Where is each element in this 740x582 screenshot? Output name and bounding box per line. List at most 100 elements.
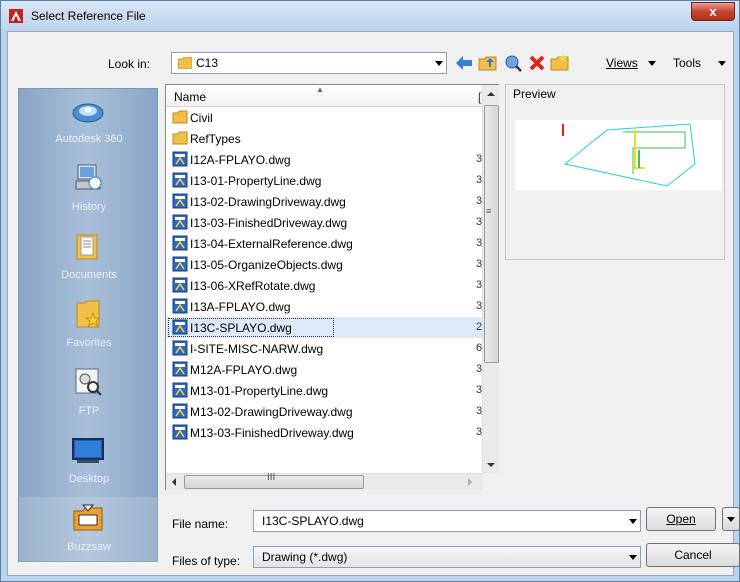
folder-icon — [172, 110, 188, 124]
scroll-thumb[interactable] — [484, 105, 499, 363]
folder-icon — [178, 57, 192, 69]
file-name: I13-01-PropertyLine.dwg — [190, 174, 322, 188]
file-name: I13A-FPLAYO.dwg — [190, 300, 291, 314]
file-name: M13-03-FinishedDriveway.dwg — [190, 426, 354, 440]
scroll-grip-icon: ≡ — [486, 206, 492, 216]
file-row[interactable]: I12A-FPLAYO.dwg 3 — [166, 149, 482, 170]
autocad-logo-icon — [9, 9, 23, 23]
place-buzzsaw[interactable]: Buzzsaw — [19, 497, 159, 565]
open-button[interactable]: Open — [646, 507, 716, 531]
file-name: I-SITE-MISC-NARW.dwg — [190, 342, 324, 356]
column-header-name[interactable]: Name — [174, 90, 206, 104]
look-in-dropdown[interactable]: C13 — [171, 52, 447, 74]
up-folder-icon[interactable] — [478, 53, 498, 73]
documents-icon — [76, 234, 98, 260]
title-bar[interactable]: Select Reference File x — [1, 1, 739, 31]
preview-label: Preview — [513, 87, 556, 101]
file-name-label: File name: — [172, 517, 229, 531]
file-name-input[interactable]: I13C-SPLAYO.dwg — [253, 510, 641, 532]
cancel-button[interactable]: Cancel — [646, 543, 740, 567]
file-name: I13-03-FinishedDriveway.dwg — [190, 216, 348, 230]
file-row[interactable]: I13-01-PropertyLine.dwg 3 — [166, 170, 482, 191]
file-list[interactable]: Name ▲ [ Civil RefTypes I12A-FPLAYO.dwg 3 I1… — [165, 84, 499, 490]
scroll-down-icon[interactable] — [487, 463, 495, 467]
folder-icon — [172, 131, 188, 145]
vertical-scrollbar[interactable]: ≡ — [482, 85, 499, 473]
file-row[interactable]: I13-04-ExternalReference.dwg 3 — [166, 233, 482, 254]
scroll-corner — [482, 473, 499, 490]
place-history[interactable]: History — [19, 157, 159, 225]
file-row[interactable]: M13-02-DrawingDriveway.dwg 3 — [166, 401, 482, 422]
file-row[interactable]: I13-02-DrawingDriveway.dwg 3 — [166, 191, 482, 212]
chevron-down-icon[interactable] — [629, 519, 637, 524]
column-header-next[interactable]: [ — [478, 90, 481, 104]
file-row[interactable]: M13-01-PropertyLine.dwg 3 — [166, 380, 482, 401]
views-chevron-down-icon[interactable] — [648, 61, 656, 66]
sort-ascending-icon: ▲ — [316, 85, 324, 94]
file-row[interactable]: I13-06-XRefRotate.dwg 3 — [166, 275, 482, 296]
views-menu[interactable]: Views — [606, 56, 638, 70]
new-folder-icon[interactable] — [550, 53, 570, 73]
drawing-thumbnail — [562, 123, 696, 187]
place-label: Buzzsaw — [66, 541, 112, 553]
search-web-icon[interactable] — [503, 53, 523, 73]
file-type-select[interactable]: Drawing (*.dwg) — [253, 546, 641, 568]
place-label: Documents — [61, 269, 117, 281]
dialog-body: Look in: C13 Views Tools Autodesk 360 Hi… — [7, 31, 740, 576]
desktop-icon — [72, 438, 104, 463]
buzzsaw-icon — [73, 504, 103, 531]
dialog-window: Select Reference File x Look in: C13 Vie… — [0, 0, 740, 582]
place-ftp[interactable]: FTP — [19, 361, 159, 429]
file-name: RefTypes — [190, 132, 241, 146]
place-favorites[interactable]: Favorites — [19, 293, 159, 361]
file-name: M13-02-DrawingDriveway.dwg — [190, 405, 353, 419]
place-label: Favorites — [66, 337, 112, 349]
file-name: M13-01-PropertyLine.dwg — [190, 384, 329, 398]
file-row[interactable]: M12A-FPLAYO.dwg 3 — [166, 359, 482, 380]
dwg-file-icon — [172, 256, 188, 272]
file-name: I13C-SPLAYO.dwg — [190, 321, 292, 335]
open-options-button[interactable] — [722, 507, 740, 531]
hscroll-grip-icon: III — [267, 472, 276, 483]
scroll-up-icon[interactable] — [487, 92, 495, 96]
dwg-file-icon — [172, 424, 188, 440]
scroll-right-icon[interactable] — [468, 478, 472, 486]
tools-chevron-down-icon[interactable] — [718, 61, 726, 66]
file-row-selected[interactable]: I13C-SPLAYO.dwg 2 — [166, 317, 482, 338]
tools-menu[interactable]: Tools — [673, 56, 701, 70]
horizontal-scrollbar[interactable]: III — [166, 472, 482, 490]
file-type-label: Files of type: — [172, 554, 241, 568]
place-label: FTP — [78, 405, 100, 417]
file-row[interactable]: I-SITE-MISC-NARW.dwg 6 — [166, 338, 482, 359]
delete-icon[interactable] — [527, 53, 547, 73]
history-icon — [75, 164, 102, 190]
chevron-down-icon — [727, 517, 735, 522]
column-header-row: Name ▲ [ — [166, 85, 482, 107]
scroll-left-icon[interactable] — [172, 478, 176, 486]
ftp-icon — [75, 368, 102, 396]
dwg-file-icon — [172, 298, 188, 314]
dwg-file-icon — [172, 319, 188, 335]
file-row[interactable]: I13-03-FinishedDriveway.dwg 3 — [166, 212, 482, 233]
file-row[interactable]: M13-03-FinishedDriveway.dwg 3 — [166, 422, 482, 443]
file-name: I13-04-ExternalReference.dwg — [190, 237, 353, 251]
chevron-down-icon[interactable] — [629, 555, 637, 560]
place-desktop[interactable]: Desktop — [19, 429, 159, 497]
place-autodesk-360[interactable]: Autodesk 360 — [19, 89, 159, 157]
back-arrow-icon[interactable] — [454, 53, 474, 73]
dwg-file-icon — [172, 403, 188, 419]
close-button[interactable]: x — [691, 2, 735, 21]
chevron-down-icon[interactable] — [435, 61, 443, 66]
dwg-file-icon — [172, 277, 188, 293]
file-row[interactable]: I13A-FPLAYO.dwg 3 — [166, 296, 482, 317]
file-row[interactable]: RefTypes — [166, 128, 482, 149]
file-type-value: Drawing (*.dwg) — [262, 550, 348, 564]
hscroll-thumb[interactable]: III — [184, 472, 364, 489]
dwg-file-icon — [172, 214, 188, 230]
dialog-title: Select Reference File — [31, 9, 146, 23]
file-row[interactable]: I13-05-OrganizeObjects.dwg 3 — [166, 254, 482, 275]
file-name: M12A-FPLAYO.dwg — [190, 363, 298, 377]
place-documents[interactable]: Documents — [19, 225, 159, 293]
place-label: Autodesk 360 — [55, 133, 123, 145]
file-row[interactable]: Civil — [166, 107, 482, 128]
